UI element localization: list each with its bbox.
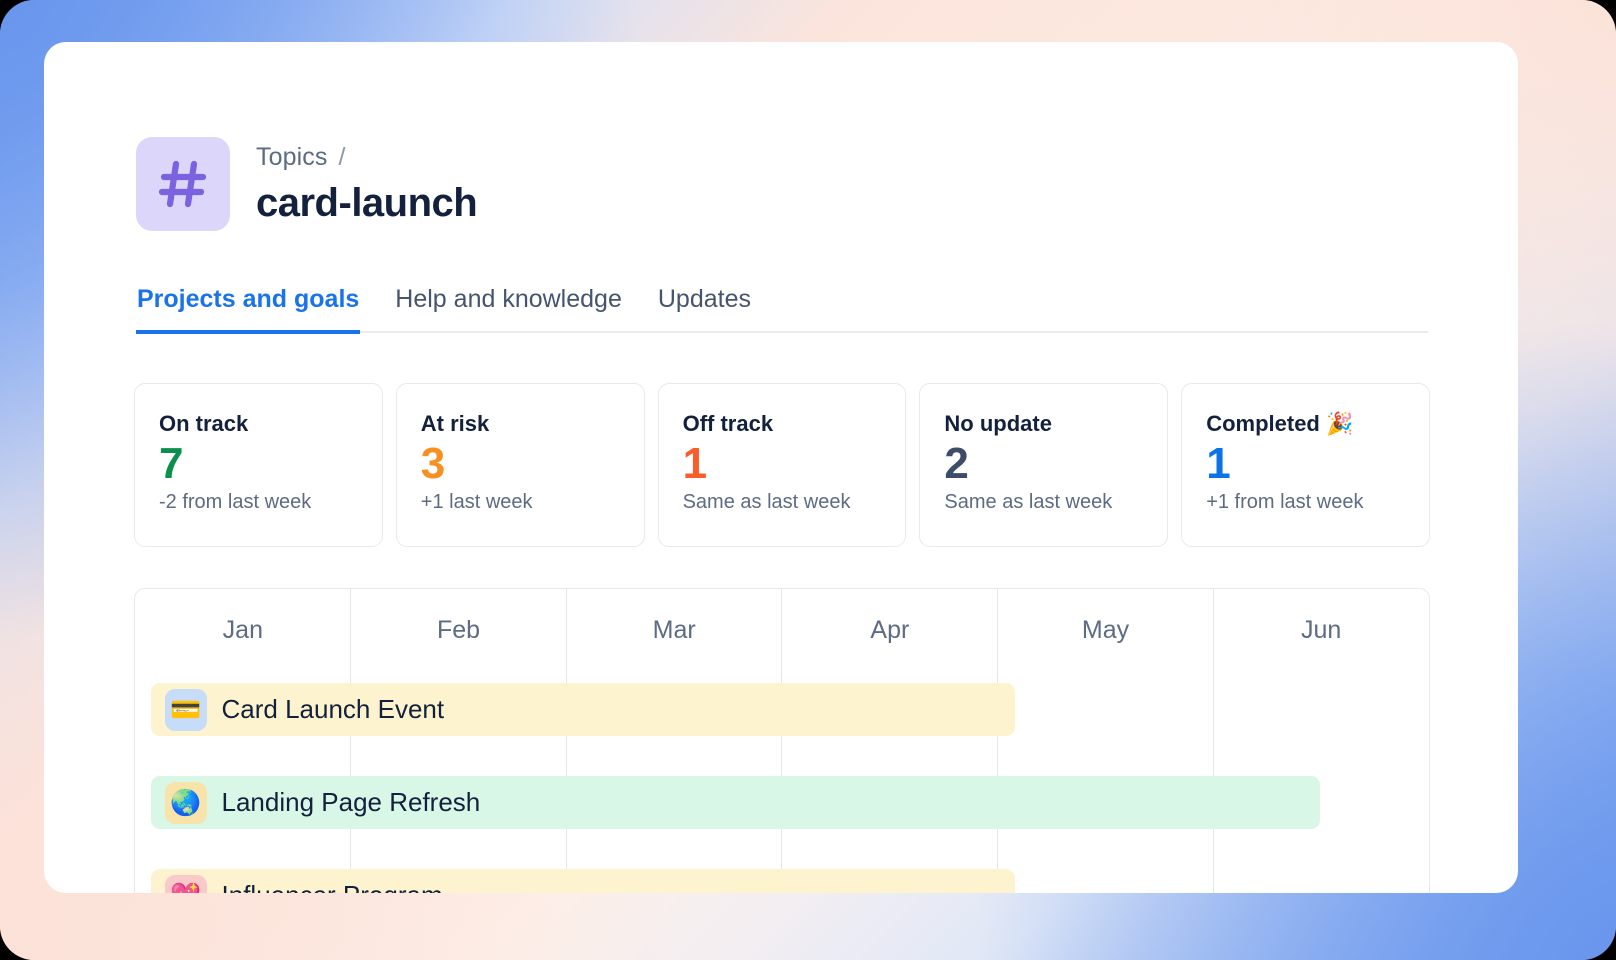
page-title: card-launch xyxy=(256,181,477,226)
globe-emoji: 🌏 xyxy=(165,782,207,824)
stat-delta: +1 from last week xyxy=(1206,491,1405,514)
timeline-row-label: Influencer Program xyxy=(222,880,443,893)
stat-label: Completed 🎉 xyxy=(1206,411,1405,437)
stat-card-on-track[interactable]: On track 7 -2 from last week xyxy=(134,383,383,547)
stat-value: 2 xyxy=(944,441,1143,487)
status-summary-cards: On track 7 -2 from last week At risk 3 +… xyxy=(134,383,1430,547)
stat-label: On track xyxy=(159,411,358,437)
stat-delta: +1 last week xyxy=(421,491,620,514)
breadcrumb: Topics / xyxy=(256,143,477,172)
stat-value: 1 xyxy=(1206,441,1405,487)
app-card: Topics / card-launch Projects and goals … xyxy=(44,42,1518,893)
stat-label: At risk xyxy=(421,411,620,437)
timeline-row-label: Card Launch Event xyxy=(222,694,445,725)
tab-projects-and-goals[interactable]: Projects and goals xyxy=(136,285,360,334)
stat-card-at-risk[interactable]: At risk 3 +1 last week xyxy=(396,383,645,547)
timeline-gantt: Jan Feb Mar Apr May Jun 💳 Card Launch Ev… xyxy=(134,588,1430,893)
hash-icon xyxy=(136,137,230,231)
timeline-row[interactable]: 🌏 Landing Page Refresh xyxy=(151,776,1321,829)
breadcrumb-separator: / xyxy=(338,143,345,172)
stat-card-off-track[interactable]: Off track 1 Same as last week xyxy=(658,383,907,547)
tab-bar: Projects and goals Help and knowledge Up… xyxy=(136,285,1428,333)
stat-delta: Same as last week xyxy=(683,491,882,514)
stat-value: 3 xyxy=(421,441,620,487)
heart-emoji: 💖 xyxy=(165,875,207,894)
credit-card-emoji: 💳 xyxy=(165,689,207,731)
stat-label: No update xyxy=(944,411,1143,437)
stat-value: 7 xyxy=(159,441,358,487)
stat-card-completed[interactable]: Completed 🎉 1 +1 from last week xyxy=(1181,383,1430,547)
breadcrumb-parent[interactable]: Topics xyxy=(256,143,327,172)
tab-updates[interactable]: Updates xyxy=(657,285,752,334)
timeline-row[interactable]: 💳 Card Launch Event xyxy=(151,683,1015,736)
timeline-row-label: Landing Page Refresh xyxy=(222,787,481,818)
page-header: Topics / card-launch xyxy=(136,137,477,231)
stat-value: 1 xyxy=(683,441,882,487)
stat-delta: -2 from last week xyxy=(159,491,358,514)
stat-delta: Same as last week xyxy=(944,491,1143,514)
stat-card-no-update[interactable]: No update 2 Same as last week xyxy=(919,383,1168,547)
timeline-rows: 💳 Card Launch Event 🌏 Landing Page Refre… xyxy=(135,671,1429,893)
tab-help-and-knowledge[interactable]: Help and knowledge xyxy=(394,285,623,334)
header-text: Topics / card-launch xyxy=(256,137,477,226)
timeline-row[interactable]: 💖 Influencer Program xyxy=(151,869,1015,893)
stat-label: Off track xyxy=(683,411,882,437)
